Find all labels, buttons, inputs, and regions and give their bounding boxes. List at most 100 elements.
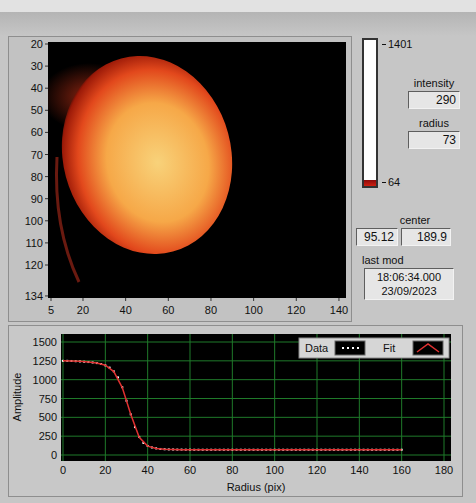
y-tick: 1000 (33, 374, 451, 386)
last-mod-field[interactable]: 18:06:34.00023/09/2023 (364, 268, 454, 300)
svg-text:110: 110 (25, 237, 43, 249)
data-series (62, 360, 403, 451)
y-tick: 110 (25, 237, 48, 249)
svg-text:140: 140 (350, 464, 368, 476)
toolbar-strip (0, 0, 476, 36)
svg-text:80: 80 (226, 464, 238, 476)
x-tick: 100 (244, 298, 262, 316)
plot-area (61, 334, 451, 461)
svg-text:Data: Data (305, 342, 329, 354)
svg-text:40: 40 (120, 304, 132, 316)
center-field[interactable]: 189.9 (401, 228, 451, 246)
app-window: 20 30 40 50 60 70 80 90 100 110 120 134 5 20 40 60 80 100… (0, 0, 476, 503)
x-tick: 0 (60, 334, 66, 476)
y-tick: 100 (25, 215, 48, 227)
center-readout: center 95.12189.9 (356, 214, 474, 246)
svg-text:250: 250 (39, 430, 57, 442)
svg-text:80: 80 (31, 171, 43, 183)
center-label: center (356, 214, 474, 226)
svg-text:134: 134 (25, 290, 43, 302)
y-tick: 750 (39, 393, 451, 405)
last-mod-label: last mod (356, 254, 474, 266)
svg-text:50: 50 (31, 104, 43, 116)
readout-field[interactable]: 73 (408, 131, 460, 149)
svg-text:20: 20 (77, 304, 89, 316)
legend-swatch-icon (335, 341, 365, 355)
readout: radius 73 (394, 117, 474, 149)
camera-image: 20 30 40 50 60 70 80 90 100 110 120 134 5 20 40 60 80 100… (9, 37, 353, 321)
y-tick: 500 (39, 411, 451, 423)
svg-text:60: 60 (162, 304, 174, 316)
x-axis-title: Radius (pix) (227, 481, 286, 493)
y-tick: 120 (25, 259, 48, 271)
svg-text:0: 0 (51, 449, 57, 461)
x-tick: 40 (142, 334, 154, 476)
y-tick: 20 (31, 38, 48, 50)
svg-text:20: 20 (31, 38, 43, 50)
svg-text:500: 500 (39, 411, 57, 423)
image-panel: 20 30 40 50 60 70 80 90 100 110 120 134 5 20 40 60 80 100… (8, 36, 352, 322)
readout: intensity 290 (394, 77, 474, 109)
y-tick: 80 (31, 171, 48, 183)
svg-text:80: 80 (205, 304, 217, 316)
scale-min-label: 64 (382, 176, 474, 188)
side-panel: 1401 intensity 290 radius 73 64 center 95.12189… (356, 36, 474, 322)
scale-max-label: 1401 (382, 38, 474, 50)
last-mod-readout: last mod 18:06:34.00023/09/2023 (356, 254, 474, 300)
x-tick: 60 (184, 334, 196, 476)
svg-text:1000: 1000 (33, 374, 57, 386)
x-tick: 5 (48, 298, 54, 316)
legend: Data Fit (299, 338, 449, 358)
svg-text:1250: 1250 (33, 355, 57, 367)
fit-series (63, 361, 402, 450)
svg-text:90: 90 (31, 193, 43, 205)
svg-text:40: 40 (31, 82, 43, 94)
y-tick: 60 (31, 126, 48, 138)
y-tick: 50 (31, 104, 48, 116)
svg-text:70: 70 (31, 149, 43, 161)
x-tick: 120 (287, 298, 305, 316)
svg-text:120: 120 (287, 304, 305, 316)
svg-text:120: 120 (25, 259, 43, 271)
x-tick: 20 (77, 298, 89, 316)
svg-text:750: 750 (39, 393, 57, 405)
x-tick: 60 (162, 298, 174, 316)
radial-profile-chart: 0 250 500 750 1000 1250 1500 0 20 40 60 80 100 120 140… (9, 326, 464, 498)
y-tick: 90 (31, 193, 48, 205)
legend-item: Fit (383, 341, 443, 355)
y-tick: 134 (25, 290, 48, 302)
svg-text:160: 160 (392, 464, 410, 476)
svg-text:1500: 1500 (33, 336, 57, 348)
svg-text:5: 5 (48, 304, 54, 316)
x-tick: 80 (226, 334, 238, 476)
svg-text:60: 60 (184, 464, 196, 476)
y-tick: 70 (31, 149, 48, 161)
center-field[interactable]: 95.12 (356, 228, 398, 246)
y-tick: 40 (31, 82, 48, 94)
svg-text:100: 100 (265, 464, 283, 476)
readout-field[interactable]: 290 (408, 91, 460, 109)
x-tick: 40 (120, 298, 132, 316)
legend-swatch-icon (413, 341, 443, 355)
svg-text:0: 0 (60, 464, 66, 476)
y-tick: 30 (31, 60, 48, 72)
svg-text:100: 100 (244, 304, 262, 316)
svg-text:30: 30 (31, 60, 43, 72)
color-scale-bar (362, 38, 378, 188)
x-tick: 140 (330, 298, 348, 316)
readout-label: intensity (414, 77, 454, 89)
svg-text:120: 120 (308, 464, 326, 476)
svg-text:180: 180 (435, 464, 453, 476)
legend-item: Data (305, 341, 365, 355)
svg-text:40: 40 (142, 464, 154, 476)
readout-label: radius (419, 117, 449, 129)
x-tick: 100 (265, 334, 283, 476)
svg-text:100: 100 (25, 215, 43, 227)
svg-text:20: 20 (99, 464, 111, 476)
y-axis-title: Amplitude (11, 373, 23, 422)
svg-text:60: 60 (31, 126, 43, 138)
x-tick: 20 (99, 334, 111, 476)
y-tick: 0 (51, 449, 451, 461)
graph-panel: 0 250 500 750 1000 1250 1500 0 20 40 60 80 100 120 140… (8, 325, 463, 497)
svg-text:140: 140 (330, 304, 348, 316)
